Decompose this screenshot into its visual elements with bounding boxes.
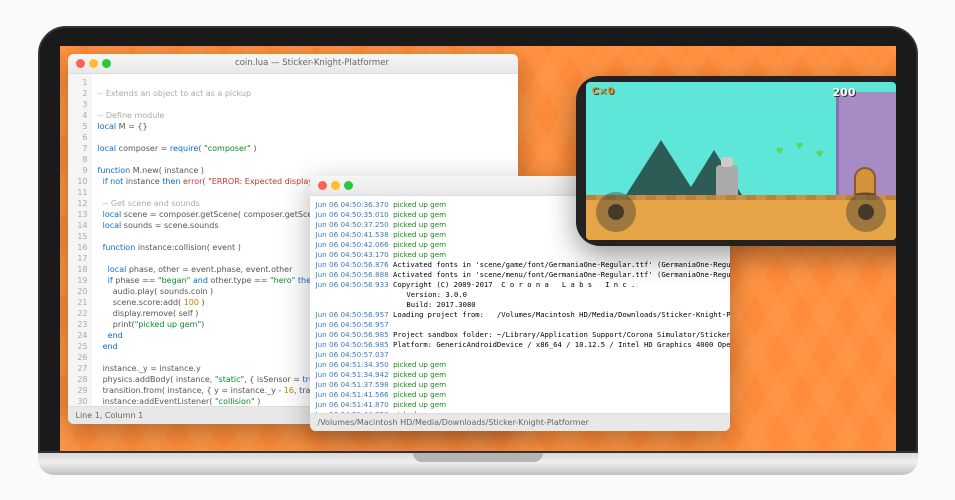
- editor-title: coin.lua — Sticker-Knight-Platformer: [115, 58, 510, 68]
- heart-icon: ♥: [776, 147, 784, 157]
- desktop-screen: coin.lua — Sticker-Knight-Platformer 123…: [60, 46, 896, 451]
- line-gutter: 1234567891011121314151617181920212223242…: [68, 74, 92, 406]
- laptop-frame: coin.lua — Sticker-Knight-Platformer 123…: [38, 26, 918, 475]
- laptop-bezel: coin.lua — Sticker-Knight-Platformer 123…: [38, 26, 918, 453]
- right-joystick[interactable]: [846, 192, 886, 232]
- left-joystick[interactable]: [596, 192, 636, 232]
- console-statusbar: /Volumes/Macintosh HD/Media/Downloads/St…: [310, 413, 730, 431]
- cursor-position: Line 1, Column 1: [76, 411, 144, 420]
- coin-hud: C×0: [592, 86, 615, 97]
- zoom-icon[interactable]: [344, 181, 353, 190]
- phone-simulator[interactable]: ♥ ♥ ♥ C×0 200: [576, 76, 896, 246]
- editor-titlebar[interactable]: coin.lua — Sticker-Knight-Platformer: [68, 54, 518, 74]
- zoom-icon[interactable]: [102, 59, 111, 68]
- score-display: 200: [833, 86, 856, 99]
- laptop-notch: [413, 453, 543, 462]
- heart-icon: ♥: [796, 142, 804, 152]
- laptop-base: [38, 453, 918, 475]
- close-icon[interactable]: [318, 181, 327, 190]
- player-character: [716, 165, 738, 195]
- close-icon[interactable]: [76, 59, 85, 68]
- minimize-icon[interactable]: [89, 59, 98, 68]
- game-viewport[interactable]: ♥ ♥ ♥ C×0 200: [586, 82, 896, 240]
- minimize-icon[interactable]: [331, 181, 340, 190]
- castle-door: [854, 167, 876, 195]
- heart-icon: ♥: [816, 150, 824, 160]
- console-path: /Volumes/Macintosh HD/Media/Downloads/St…: [318, 418, 589, 427]
